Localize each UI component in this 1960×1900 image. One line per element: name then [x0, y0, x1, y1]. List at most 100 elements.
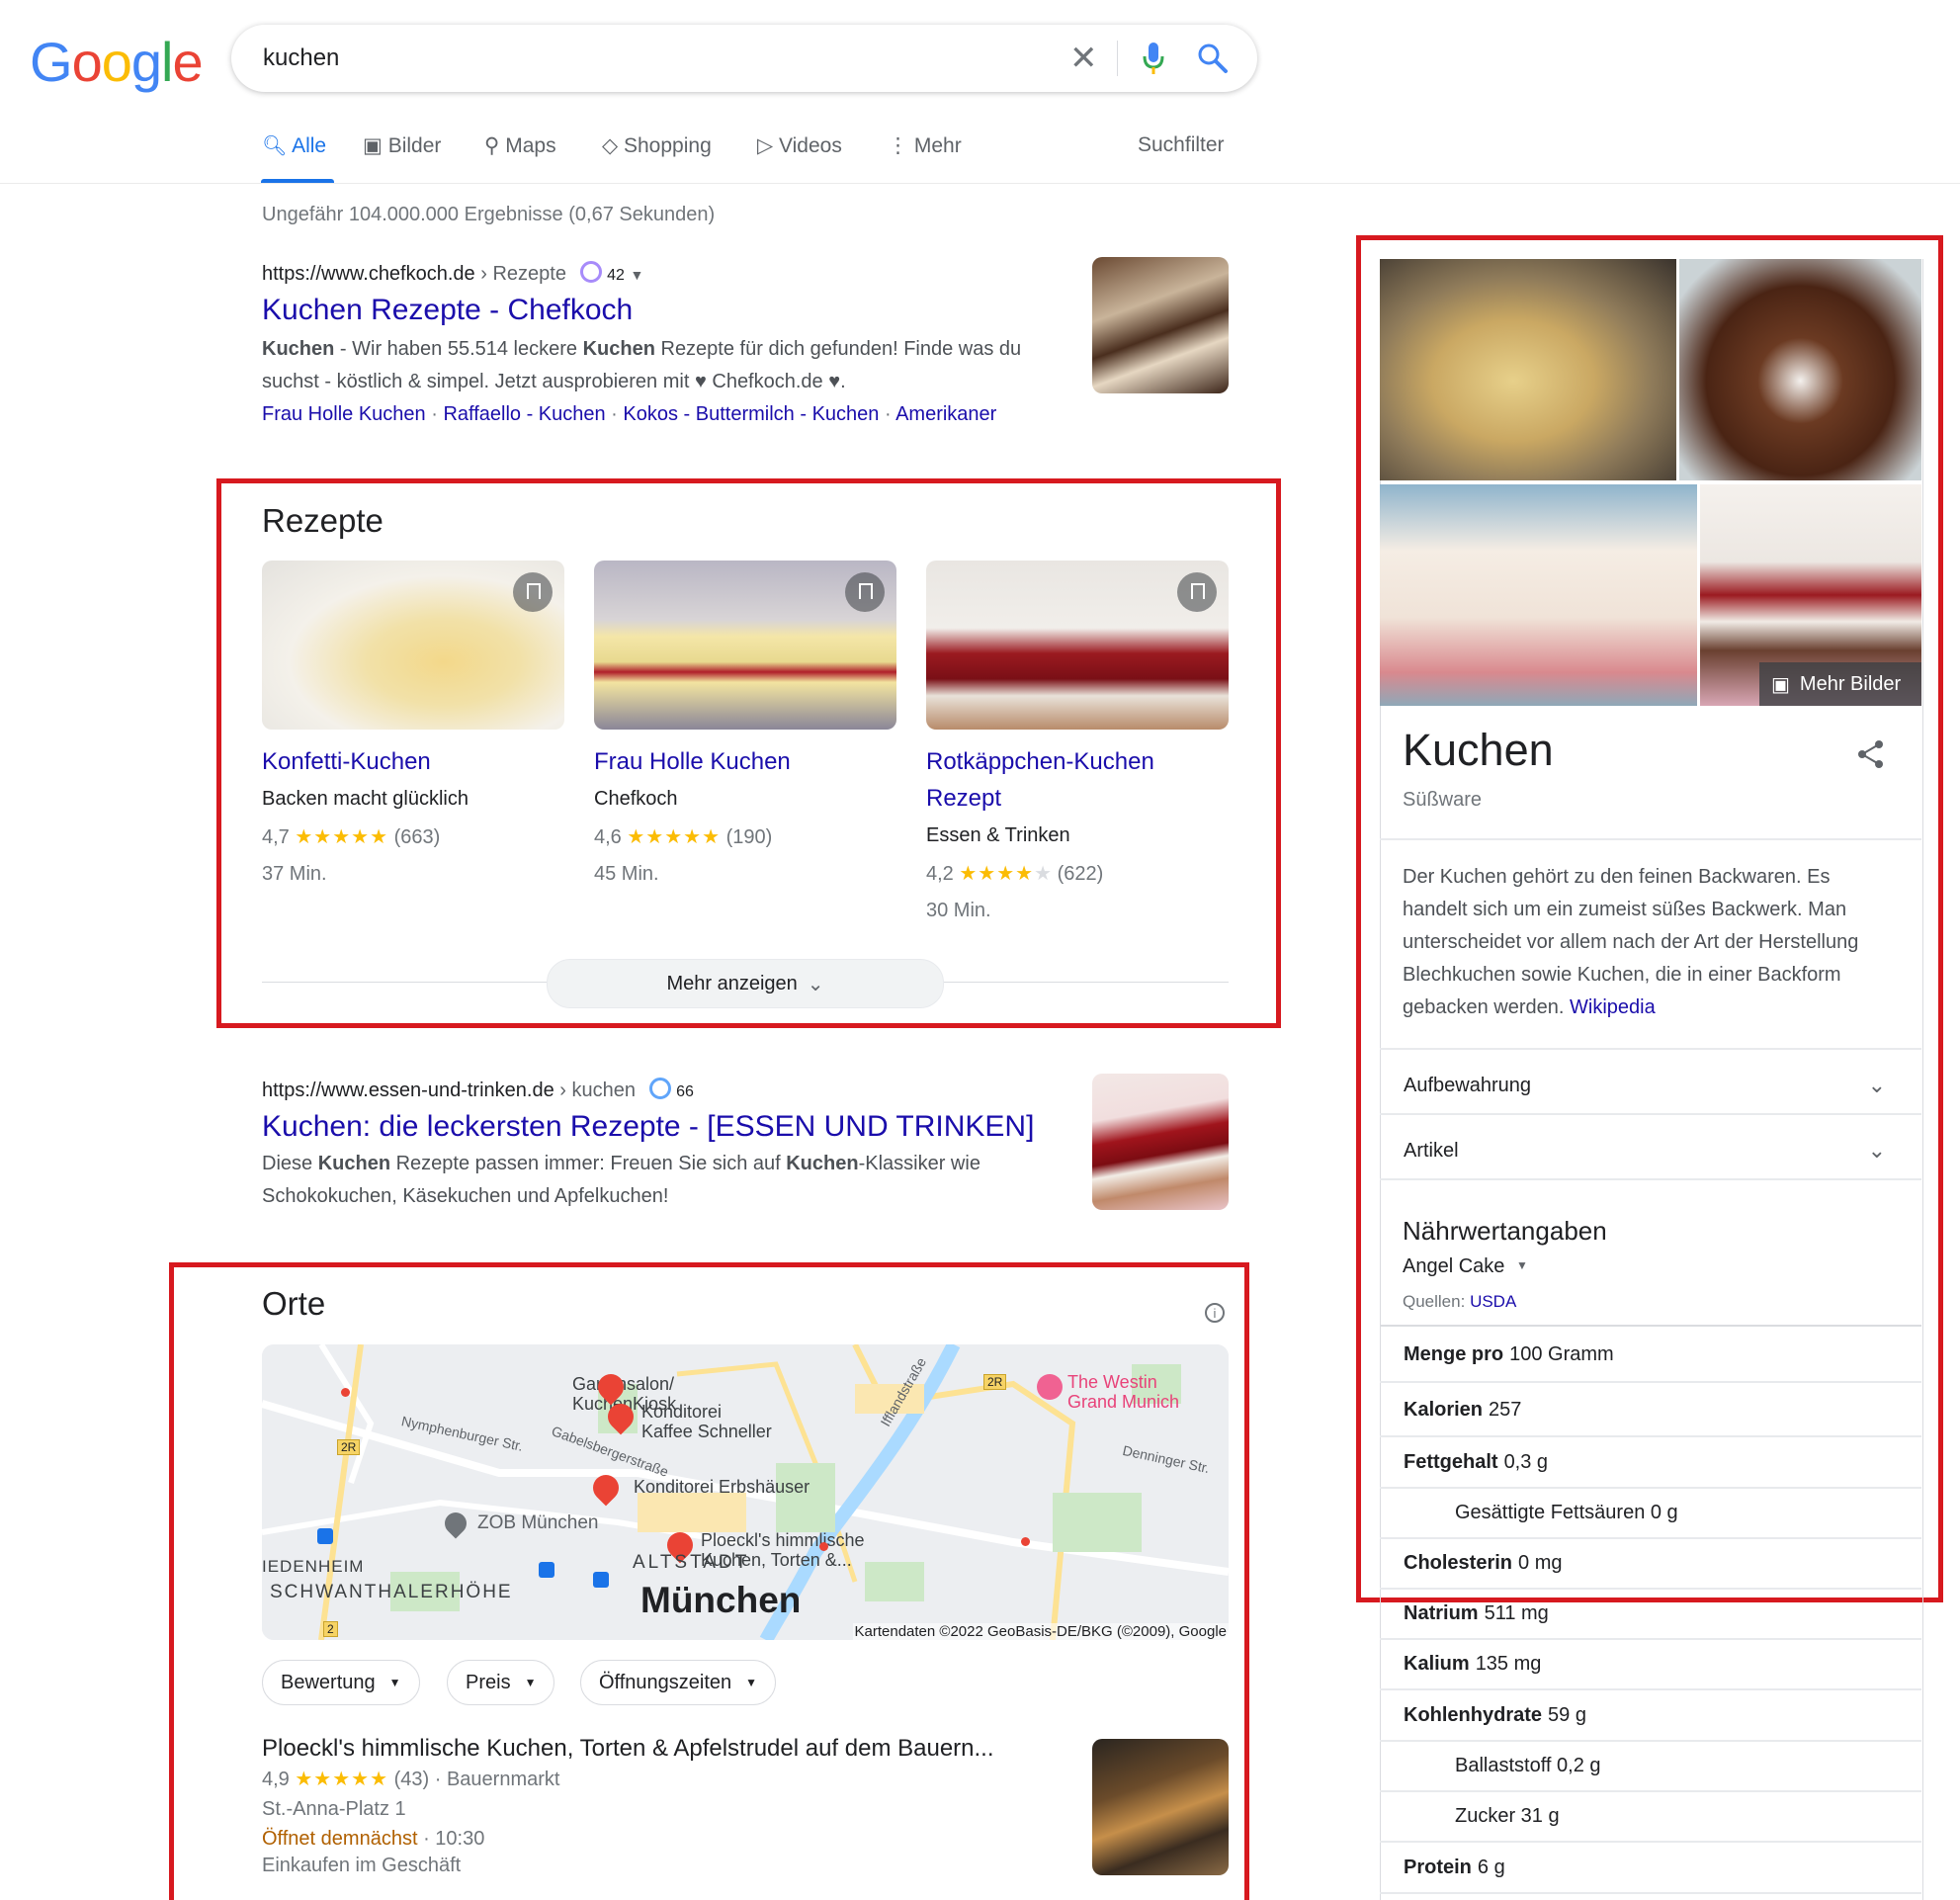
- tools-button[interactable]: Suchfilter: [1138, 133, 1225, 157]
- chevron-down-icon: ⌄: [1867, 1138, 1886, 1163]
- tab-videos[interactable]: ▷ Videos: [757, 133, 842, 158]
- share-icon[interactable]: [1856, 738, 1886, 770]
- place-listing[interactable]: Ploeckl's himmlische Kuchen, Torten & Ap…: [262, 1735, 1092, 1877]
- recipe-card[interactable]: Konfetti-Kuchen Backen macht glücklich 4…: [262, 561, 564, 886]
- tab-bilder[interactable]: ▣ Bilder: [363, 133, 441, 158]
- transit-station-icon[interactable]: [593, 1572, 609, 1588]
- google-logo[interactable]: Google: [30, 30, 204, 94]
- nutrition-row: Kohlenhydrate 59 g: [1380, 1690, 1921, 1742]
- sitelink[interactable]: Amerikaner: [895, 403, 996, 425]
- tab-maps[interactable]: ⚲ Maps: [484, 133, 556, 158]
- snippet-bold: Kuchen: [262, 338, 335, 360]
- map-place-label[interactable]: Konditorei Erbshäuser: [634, 1477, 810, 1498]
- tab-alle[interactable]: 🔍︎ Alle: [262, 133, 326, 158]
- snippet-text: suchst - köstlich & simpel. Jetzt auspro…: [262, 371, 846, 392]
- road-sign: 2R: [983, 1374, 1007, 1390]
- hotel-icon[interactable]: [1037, 1374, 1063, 1400]
- recipe-title[interactable]: Frau Holle Kuchen: [594, 743, 896, 780]
- wikipedia-link[interactable]: Wikipedia: [1570, 996, 1656, 1018]
- search-box[interactable]: kuchen ✕: [231, 25, 1257, 92]
- result-title[interactable]: Kuchen Rezepte - Chefkoch: [262, 294, 1072, 327]
- open-status: Öffnet demnächst: [262, 1828, 418, 1850]
- search-icon: 🔍︎: [262, 135, 288, 157]
- close-icon[interactable]: ✕: [1069, 39, 1098, 78]
- recipe-title-line: Rezept: [926, 785, 1002, 812]
- bookmark-icon[interactable]: [845, 572, 885, 612]
- search-result: https://www.chefkoch.de › Rezepte 42 ▼ K…: [262, 261, 1072, 431]
- recipe-image[interactable]: [262, 561, 564, 730]
- result-url: https://www.chefkoch.de: [262, 263, 475, 285]
- recipe-time: 45 Min.: [594, 863, 659, 885]
- nutrient-value: 100 Gramm: [1509, 1343, 1614, 1365]
- place-thumbnail[interactable]: [1092, 1739, 1229, 1875]
- expander-label: Artikel: [1404, 1139, 1459, 1162]
- tab-shopping[interactable]: ◇ Shopping: [602, 133, 712, 158]
- snippet-bold: Kuchen: [786, 1153, 859, 1174]
- expander-storage[interactable]: Aufbewahrung ⌄: [1380, 1058, 1921, 1115]
- more-images-button[interactable]: ▣ Mehr Bilder: [1759, 662, 1921, 706]
- result-citation[interactable]: https://www.essen-und-trinken.de › kuche…: [262, 1078, 1072, 1102]
- bookmark-icon[interactable]: [1177, 572, 1217, 612]
- transit-station-icon[interactable]: [317, 1528, 333, 1544]
- show-more-label: Mehr anzeigen: [666, 972, 798, 994]
- transit-station-icon[interactable]: [539, 1562, 554, 1578]
- map-dot-icon[interactable]: [1021, 1537, 1030, 1546]
- bookmark-icon[interactable]: [513, 572, 553, 612]
- filter-rating[interactable]: Bewertung ▼: [262, 1660, 420, 1705]
- info-icon[interactable]: i: [1205, 1303, 1225, 1323]
- filter-price[interactable]: Preis ▼: [447, 1660, 555, 1705]
- search-icon[interactable]: [1197, 43, 1229, 74]
- play-icon: ▷: [757, 134, 774, 157]
- snippet-text: Rezepte für dich gefunden! Finde was du: [654, 338, 1022, 360]
- recipe-card[interactable]: Frau Holle Kuchen Chefkoch 4,6 ★★★★★ (19…: [594, 561, 896, 886]
- nutrition-row: Natrium 511 mg: [1380, 1590, 1921, 1640]
- map-district-label: IEDENHEIM: [262, 1557, 365, 1576]
- recipe-image[interactable]: [926, 561, 1229, 730]
- chevron-down-icon: ⌄: [807, 973, 824, 995]
- recipe-image[interactable]: [594, 561, 896, 730]
- star-rating-icon: ★★★★: [959, 863, 1035, 885]
- sitelink[interactable]: Frau Holle Kuchen: [262, 403, 426, 425]
- search-input[interactable]: kuchen: [263, 44, 339, 72]
- recipe-title[interactable]: Konfetti-Kuchen: [262, 743, 564, 780]
- result-thumbnail[interactable]: [1092, 1074, 1229, 1210]
- recipe-card[interactable]: Rotkäppchen-Kuchen Rezept Essen & Trinke…: [926, 561, 1229, 922]
- kp-image[interactable]: [1679, 259, 1921, 480]
- food-selector[interactable]: Angel Cake ▼: [1403, 1255, 1528, 1278]
- map-attribution: Kartendaten ©2022 GeoBasis-DE/BKG (©2009…: [852, 1623, 1229, 1640]
- tab-label: Maps: [505, 134, 556, 157]
- star-rating-icon: ★★★★★: [627, 826, 722, 848]
- recipe-time: 30 Min.: [926, 900, 991, 921]
- map-place-label[interactable]: The Westin Grand Munich: [1067, 1372, 1179, 1412]
- result-thumbnail[interactable]: [1092, 257, 1229, 393]
- filter-hours[interactable]: Öffnungszeiten ▼: [580, 1660, 777, 1705]
- tab-label: Bilder: [387, 134, 442, 157]
- recipe-time: 37 Min.: [262, 863, 327, 885]
- empty-star-icon: ★: [1034, 863, 1053, 885]
- result-citation[interactable]: https://www.chefkoch.de › Rezepte 42 ▼: [262, 261, 1072, 286]
- snippet-bold: Kuchen: [582, 338, 655, 360]
- expander-articles[interactable]: Artikel ⌄: [1380, 1123, 1921, 1180]
- place-hours: Öffnet demnächst · 10:30: [262, 1828, 1092, 1851]
- map[interactable]: Gartensalon/KuchenKiosk KonditoreiKaffee…: [262, 1344, 1229, 1640]
- nutrition-row: Menge pro 100 Gramm: [1380, 1329, 1921, 1383]
- recipe-title[interactable]: Rotkäppchen-Kuchen Rezept: [926, 743, 1229, 817]
- microphone-icon[interactable]: [1141, 41, 1166, 76]
- map-dot-icon[interactable]: [819, 1542, 828, 1551]
- caret-down-icon[interactable]: ▼: [630, 267, 643, 283]
- usda-link[interactable]: USDA: [1470, 1292, 1516, 1311]
- place-name[interactable]: Ploeckl's himmlische Kuchen, Torten & Ap…: [262, 1735, 1092, 1763]
- kp-image[interactable]: [1380, 259, 1676, 480]
- kp-image[interactable]: [1380, 484, 1697, 706]
- result-snippet: Kuchen - Wir haben 55.514 leckere Kuchen…: [262, 333, 1072, 398]
- show-more-button[interactable]: Mehr anzeigen ⌄: [547, 959, 944, 1008]
- caret-down-icon: ▼: [745, 1676, 758, 1689]
- result-title[interactable]: Kuchen: die leckersten Rezepte - [ESSEN …: [262, 1110, 1072, 1144]
- map-place-label[interactable]: Konditorei Kaffee Schneller: [641, 1402, 772, 1441]
- map-dot-icon[interactable]: [341, 1388, 350, 1397]
- location-pin-icon: ⚲: [484, 134, 500, 157]
- tab-mehr[interactable]: ⋮ Mehr: [888, 133, 962, 158]
- map-place-label[interactable]: ZOB München: [477, 1512, 599, 1534]
- sitelink[interactable]: Raffaello - Kuchen: [443, 403, 605, 425]
- sitelink[interactable]: Kokos - Buttermilch - Kuchen: [623, 403, 879, 425]
